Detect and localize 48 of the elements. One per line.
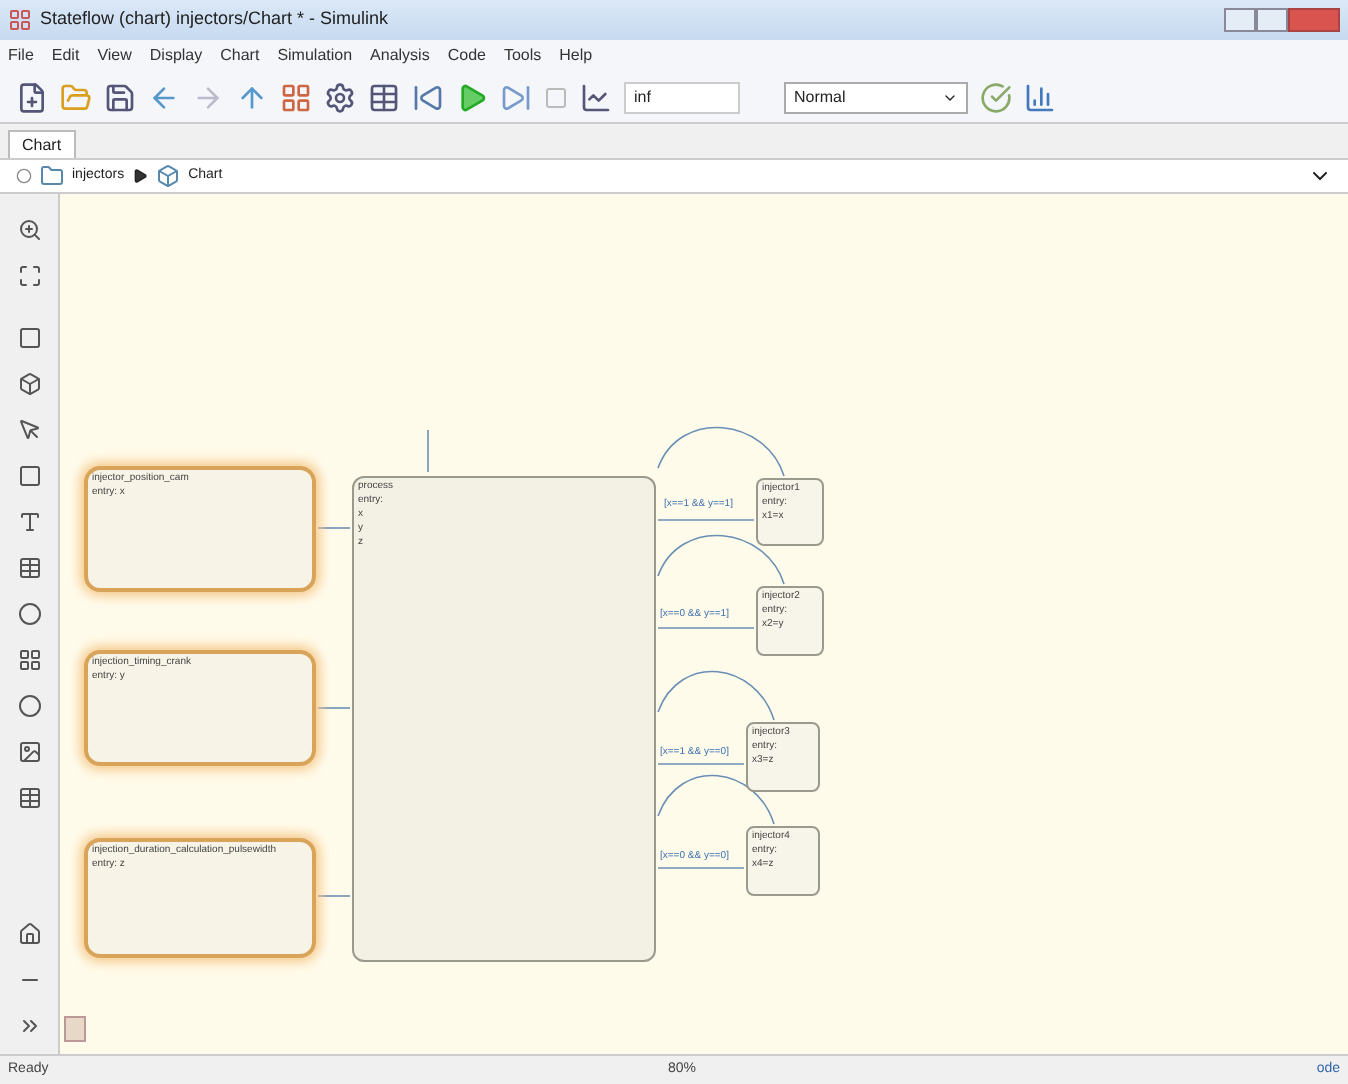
stop-time-field[interactable]: inf: [624, 81, 740, 113]
menu-item[interactable]: File: [8, 44, 34, 68]
settings-icon[interactable]: [324, 81, 356, 113]
save-icon[interactable]: [104, 81, 136, 113]
box-tool-icon[interactable]: [17, 372, 41, 396]
mode-dropdown[interactable]: Normal: [784, 81, 968, 113]
tab[interactable]: Chart: [8, 130, 76, 158]
run-icon[interactable]: [456, 81, 488, 113]
expand-icon[interactable]: [17, 1014, 41, 1038]
grid-tool-icon[interactable]: [17, 648, 41, 672]
home-tool-icon[interactable]: [17, 922, 41, 946]
table-tool-icon[interactable]: [17, 556, 41, 580]
up-icon[interactable]: [236, 81, 268, 113]
menu-item[interactable]: Simulation: [277, 44, 353, 68]
new-file-icon[interactable]: [16, 81, 48, 113]
back-icon[interactable]: [148, 81, 180, 113]
menu-item[interactable]: View: [97, 44, 132, 68]
zoom-icon[interactable]: [17, 218, 41, 242]
maximize-button[interactable]: [1256, 8, 1288, 32]
menu-item[interactable]: Tools: [503, 44, 542, 68]
menu-item[interactable]: Display: [149, 44, 203, 68]
app-icon: [8, 8, 32, 32]
transition-tool-icon[interactable]: [17, 418, 41, 442]
junction-tool-icon[interactable]: [17, 602, 41, 626]
menu-item[interactable]: Code: [447, 44, 486, 68]
menu-item[interactable]: Analysis: [370, 44, 430, 68]
chart-icon: [156, 164, 181, 188]
state-tool-icon[interactable]: [17, 326, 41, 350]
scope-icon[interactable]: [580, 81, 612, 113]
separator-icon: [132, 168, 149, 184]
menu-item[interactable]: Help: [559, 44, 593, 68]
text-tool-icon[interactable]: [17, 510, 41, 534]
library-icon[interactable]: [280, 81, 312, 113]
step-back-icon[interactable]: [412, 81, 444, 113]
hide-icon[interactable]: [16, 168, 32, 184]
window-title: Stateflow (chart) injectors/Chart * - Simulink: [40, 6, 389, 33]
model-icon: [40, 164, 64, 188]
menu-item[interactable]: Chart: [220, 44, 260, 68]
chart-icon[interactable]: [1024, 81, 1056, 113]
menu-item[interactable]: Edit: [51, 44, 80, 68]
check-icon[interactable]: [980, 81, 1012, 113]
function-tool-icon[interactable]: [17, 464, 41, 488]
image-tool-icon[interactable]: [17, 740, 41, 764]
fit-icon[interactable]: [17, 264, 41, 288]
truth-table-icon[interactable]: [17, 786, 41, 810]
table-icon[interactable]: [368, 81, 400, 113]
minimize-button[interactable]: [1224, 8, 1256, 32]
step-forward-icon[interactable]: [500, 81, 532, 113]
